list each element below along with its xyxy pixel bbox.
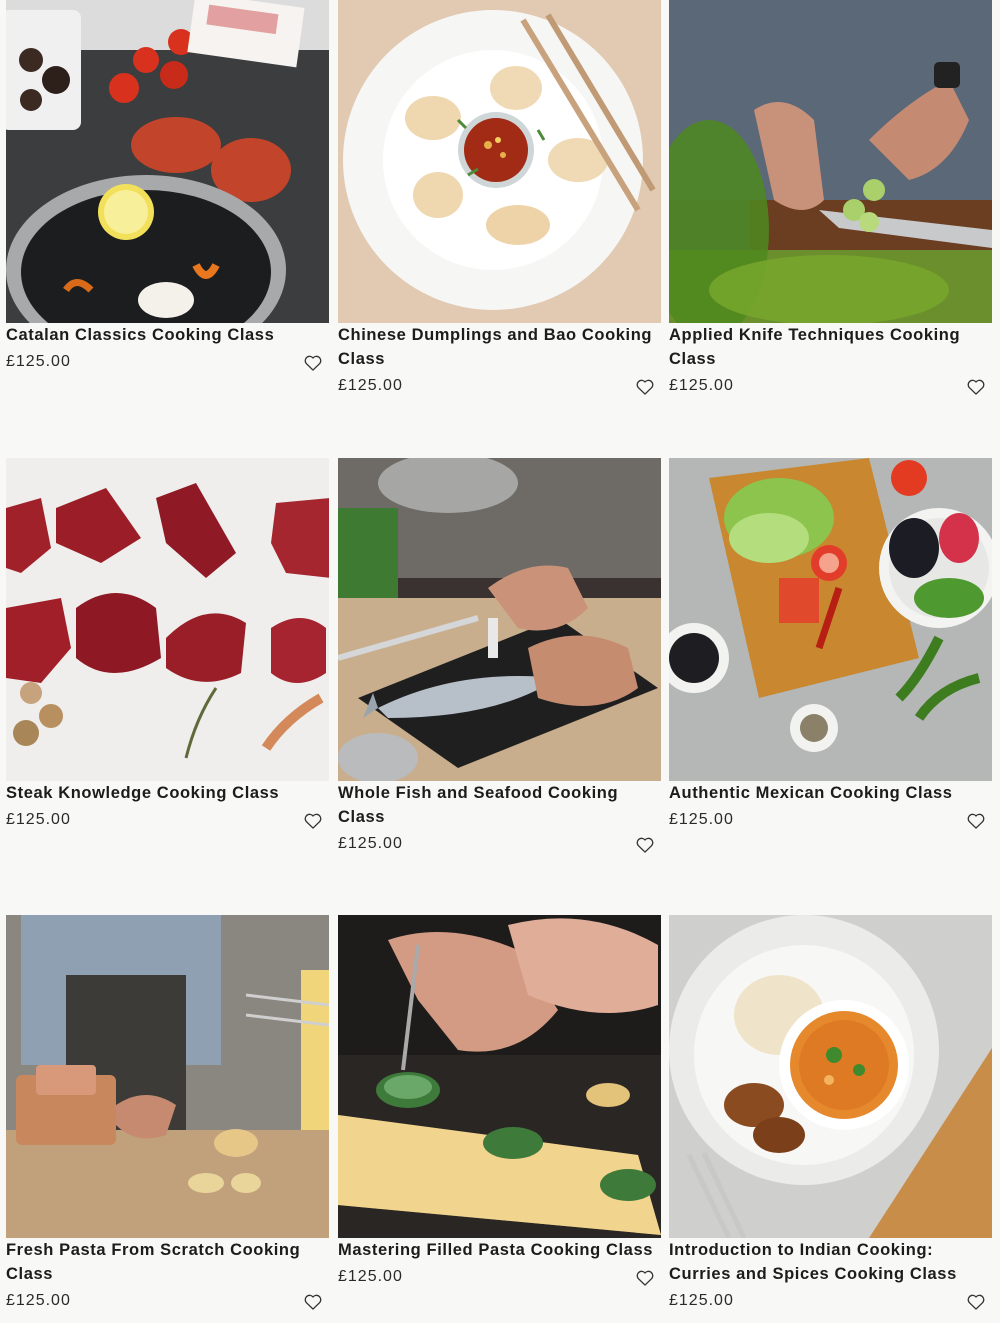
product-card[interactable]: Catalan Classics Cooking Class £125.00 xyxy=(6,0,329,371)
product-title[interactable]: Introduction to Indian Cooking: Curries … xyxy=(669,1238,992,1286)
heart-outline-icon[interactable] xyxy=(966,811,986,831)
heart-outline-icon[interactable] xyxy=(635,1268,655,1288)
product-card[interactable]: Steak Knowledge Cooking Class £125.00 xyxy=(6,458,329,829)
filled-pasta-photo xyxy=(338,915,661,1238)
product-image[interactable] xyxy=(6,458,329,781)
product-price: £125.00 xyxy=(669,1292,734,1309)
heart-outline-icon[interactable] xyxy=(966,377,986,397)
indian-curry-photo xyxy=(669,915,992,1238)
catalan-dishes-photo xyxy=(6,0,329,323)
product-image[interactable] xyxy=(338,458,661,781)
mexican-ingredients-photo xyxy=(669,458,992,781)
heart-outline-icon[interactable] xyxy=(303,353,323,373)
dumplings-plate-photo xyxy=(338,0,661,323)
product-image[interactable] xyxy=(338,915,661,1238)
heart-outline-icon[interactable] xyxy=(303,1292,323,1312)
product-title[interactable]: Applied Knife Techniques Cooking Class xyxy=(669,323,992,371)
product-title[interactable]: Authentic Mexican Cooking Class xyxy=(669,781,992,805)
product-price: £125.00 xyxy=(669,377,734,394)
product-card[interactable]: Applied Knife Techniques Cooking Class £… xyxy=(669,0,992,395)
product-card[interactable]: Whole Fish and Seafood Cooking Class £12… xyxy=(338,458,661,853)
product-card[interactable]: Mastering Filled Pasta Cooking Class £12… xyxy=(338,915,661,1286)
product-image[interactable] xyxy=(6,0,329,323)
product-image[interactable] xyxy=(669,458,992,781)
product-image[interactable] xyxy=(669,915,992,1238)
product-title[interactable]: Fresh Pasta From Scratch Cooking Class xyxy=(6,1238,329,1286)
fish-filleting-photo xyxy=(338,458,661,781)
product-title[interactable]: Catalan Classics Cooking Class xyxy=(6,323,329,347)
product-image[interactable] xyxy=(338,0,661,323)
product-card[interactable]: Chinese Dumplings and Bao Cooking Class … xyxy=(338,0,661,395)
heart-outline-icon[interactable] xyxy=(635,835,655,855)
product-title[interactable]: Mastering Filled Pasta Cooking Class xyxy=(338,1238,661,1262)
product-title[interactable]: Whole Fish and Seafood Cooking Class xyxy=(338,781,661,829)
product-price: £125.00 xyxy=(338,835,403,852)
product-grid: Catalan Classics Cooking Class £125.00 C… xyxy=(0,0,1000,1323)
product-card[interactable]: Authentic Mexican Cooking Class £125.00 xyxy=(669,458,992,829)
product-price: £125.00 xyxy=(669,811,734,828)
product-price: £125.00 xyxy=(6,1292,71,1309)
product-image[interactable] xyxy=(669,0,992,323)
product-card[interactable]: Fresh Pasta From Scratch Cooking Class £… xyxy=(6,915,329,1310)
product-price: £125.00 xyxy=(338,1268,403,1285)
steak-cuts-photo xyxy=(6,458,329,781)
heart-outline-icon[interactable] xyxy=(635,377,655,397)
product-card[interactable]: Introduction to Indian Cooking: Curries … xyxy=(669,915,992,1310)
product-price: £125.00 xyxy=(6,353,71,370)
product-image[interactable] xyxy=(6,915,329,1238)
pasta-machine-photo xyxy=(6,915,329,1238)
product-price: £125.00 xyxy=(6,811,71,828)
knife-cucumber-photo xyxy=(669,0,992,323)
heart-outline-icon[interactable] xyxy=(966,1292,986,1312)
heart-outline-icon[interactable] xyxy=(303,811,323,831)
product-title[interactable]: Steak Knowledge Cooking Class xyxy=(6,781,329,805)
product-title[interactable]: Chinese Dumplings and Bao Cooking Class xyxy=(338,323,661,371)
product-price: £125.00 xyxy=(338,377,403,394)
